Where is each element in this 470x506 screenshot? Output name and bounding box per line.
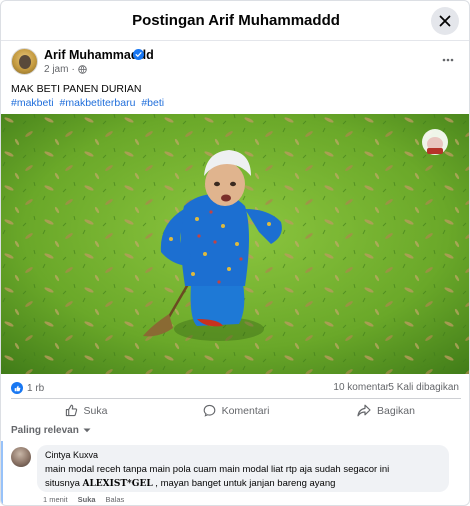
close-button[interactable] (431, 7, 459, 35)
comment-bubble-icon (203, 404, 215, 417)
thread-indicator (1, 441, 3, 505)
more-options-button[interactable] (437, 50, 459, 70)
comment-footer: 1 menit Suka Balas (43, 495, 124, 504)
globe-icon (78, 65, 87, 74)
comment-label: Komentari (221, 404, 270, 417)
share-arrow-icon (357, 404, 371, 417)
post-image[interactable] (1, 114, 469, 374)
thumbs-up-badge-icon (11, 382, 23, 394)
post-image-illustration (1, 114, 469, 374)
share-label: Bagikan (377, 404, 415, 417)
share-count[interactable]: 5 Kali dibagikan (388, 382, 459, 393)
thumbs-up-icon (65, 404, 77, 417)
comment-button[interactable]: Komentari (161, 399, 311, 420)
hashtag-link[interactable]: #beti (141, 97, 164, 109)
like-button[interactable]: Suka (11, 399, 161, 420)
hashtag-link[interactable]: #makbeti (11, 97, 54, 109)
hashtag-link[interactable]: #makbetiterbaru (60, 97, 136, 109)
comment-line-2-prefix: situsnya (45, 478, 83, 489)
dialog-title: Postingan Arif Muhammaddd (132, 12, 340, 29)
comment-sort-dropdown[interactable]: Paling relevan (11, 425, 91, 436)
hashtags: #makbeti #makbetiterbaru #beti (11, 96, 167, 111)
share-button[interactable]: Bagikan (311, 399, 461, 420)
post-dialog: Postingan Arif Muhammaddd Arif Muhammadd… (0, 0, 470, 506)
comment-bubble: Cintya Kuxva main modal receh tanpa main… (37, 445, 449, 492)
verified-badge-icon (133, 49, 144, 60)
comment-line-1: main modal receh tanpa main pola cuam ma… (45, 464, 390, 475)
post-header: Arif Muhammaddd 2 jam · (11, 48, 461, 78)
post-actions: Suka Komentari Bagikan (11, 398, 461, 420)
post-time[interactable]: 2 jam (44, 64, 68, 75)
post-meta: 2 jam · (44, 64, 87, 75)
commenter-avatar[interactable] (11, 447, 31, 467)
comment-time[interactable]: 1 menit (43, 495, 68, 504)
meta-separator: · (71, 64, 75, 75)
comment-line-2-suffix: , mayan banget untuk janjan bareng ayang (152, 478, 336, 489)
post-stats: 1 rb 10 komentar 5 Kali dibagikan (11, 381, 461, 397)
like-label: Suka (83, 404, 108, 417)
comment-count[interactable]: 10 komentar (333, 382, 389, 393)
chevron-down-icon (83, 428, 91, 433)
comment-text: main modal receh tanpa main pola cuam ma… (45, 463, 441, 491)
more-horizontal-icon (442, 58, 454, 62)
author-avatar[interactable] (11, 48, 38, 75)
comment-like-button[interactable]: Suka (78, 495, 96, 504)
avatar-face (19, 55, 31, 69)
dialog-header: Postingan Arif Muhammaddd (1, 1, 469, 41)
post-text: MAK BETI PANEN DURIAN (11, 83, 142, 95)
comment-item: Cintya Kuxva main modal receh tanpa main… (11, 445, 461, 505)
like-count[interactable]: 1 rb (27, 383, 44, 394)
sort-label: Paling relevan (11, 425, 79, 436)
commenter-name[interactable]: Cintya Kuxva (45, 449, 441, 461)
close-icon (439, 15, 451, 27)
comment-line-2-bold: ALEXIST*GEL (82, 479, 153, 489)
comment-reply-button[interactable]: Balas (106, 495, 125, 504)
